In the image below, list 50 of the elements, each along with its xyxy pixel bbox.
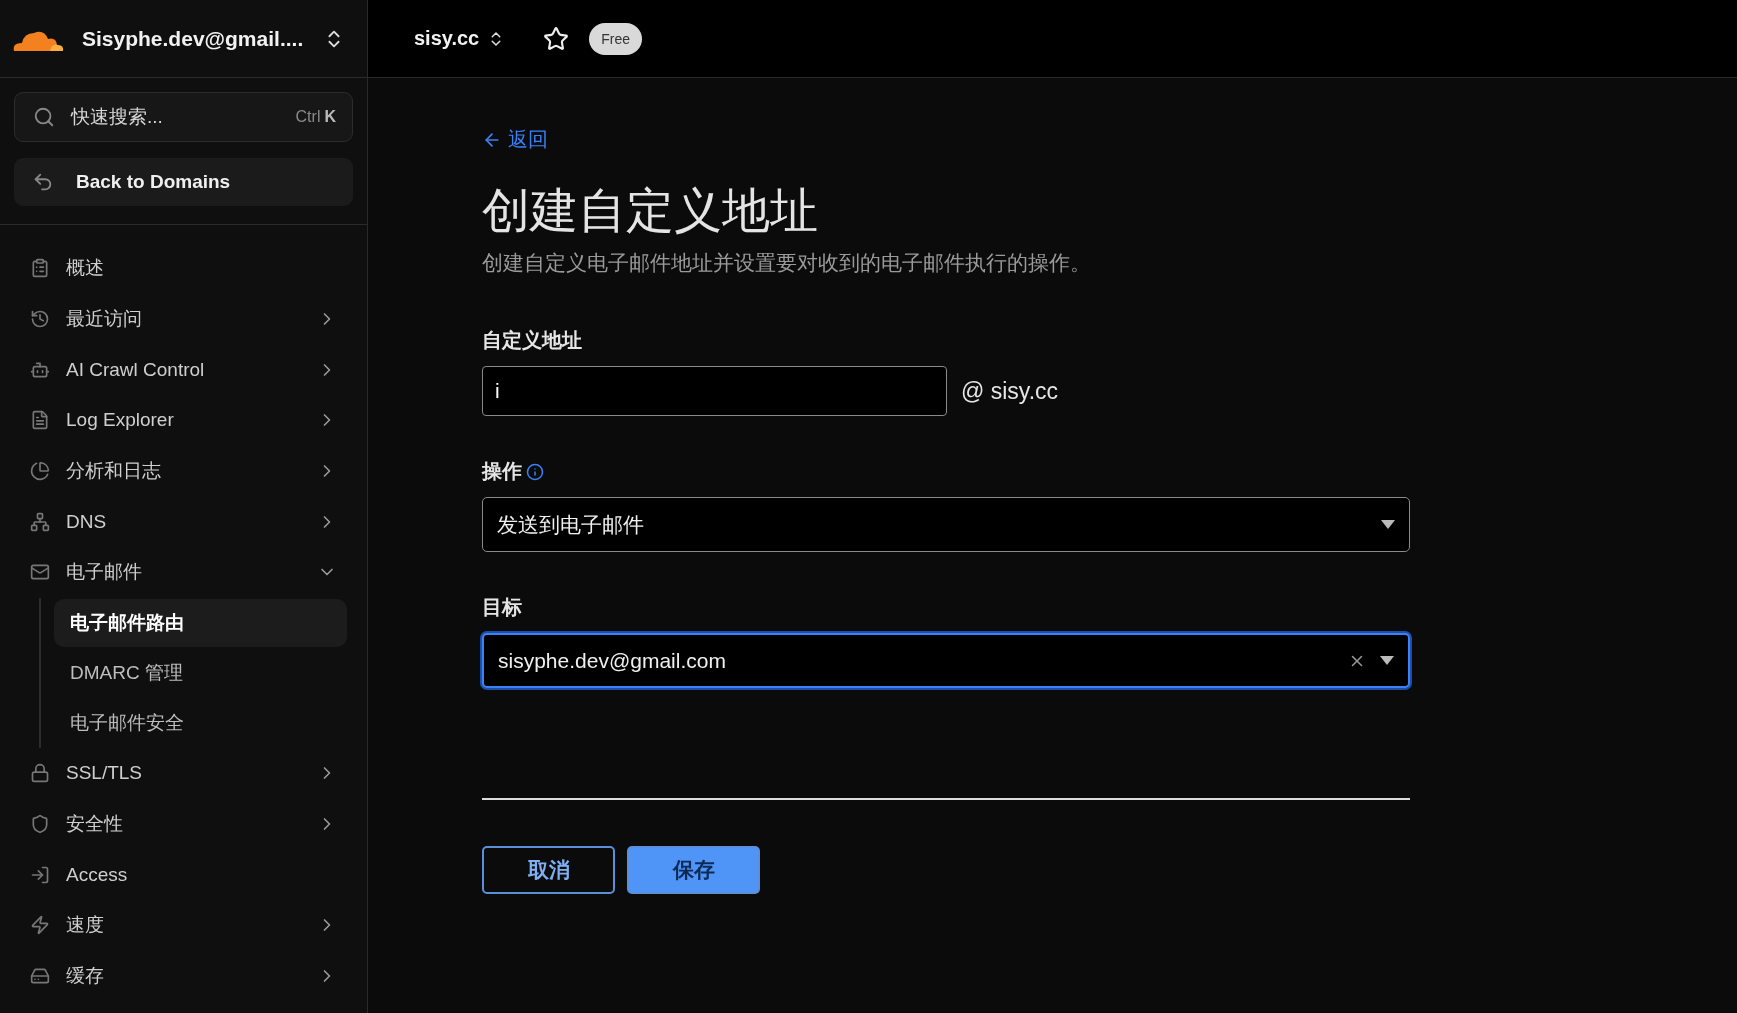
action-label: 操作 bbox=[482, 459, 522, 484]
sidebar-subitem[interactable]: 电子邮件路由 bbox=[54, 598, 347, 647]
quick-search-field[interactable]: 快速搜索... Ctrl K bbox=[14, 92, 353, 142]
nav-icon bbox=[30, 461, 50, 482]
nav-icon bbox=[30, 813, 50, 834]
sidebar-item[interactable]: 电子邮件 bbox=[20, 547, 347, 598]
sidebar-item[interactable]: 速度 bbox=[20, 899, 347, 951]
page-title: 创建自定义地址 bbox=[482, 183, 819, 239]
nav-icon bbox=[30, 562, 50, 583]
domain-name[interactable]: sisy.cc bbox=[414, 27, 480, 50]
info-icon[interactable] bbox=[526, 462, 544, 481]
dropdown-caret-icon[interactable] bbox=[1381, 520, 1395, 529]
account-name[interactable]: Sisyphe.dev@gmail.... bbox=[82, 26, 305, 51]
back-arrow-icon bbox=[32, 171, 54, 193]
search-icon bbox=[33, 106, 55, 128]
back-link[interactable]: 返回 bbox=[482, 126, 548, 153]
back-to-domains-button[interactable]: Back to Domains bbox=[14, 158, 353, 206]
custom-address-input[interactable]: i bbox=[482, 366, 947, 416]
star-icon[interactable] bbox=[543, 25, 570, 52]
nav-icon bbox=[30, 258, 50, 279]
sidebar-item[interactable]: AI Crawl Control bbox=[20, 344, 347, 396]
plan-badge: Free bbox=[589, 22, 643, 55]
field-label: 目标 bbox=[482, 595, 522, 620]
cancel-button[interactable]: 取消 bbox=[482, 846, 615, 894]
page-subtitle: 创建自定义电子邮件地址并设置要对收到的电子邮件执行的操作。 bbox=[482, 250, 1092, 276]
sidebar-subitem[interactable]: DMARC 管理 bbox=[54, 648, 347, 697]
action-select[interactable]: 发送到电子邮件 bbox=[482, 497, 1410, 552]
nav-icon bbox=[30, 915, 50, 936]
nav-icon bbox=[30, 309, 50, 330]
domain-suffix: @ sisy.cc bbox=[961, 377, 1059, 405]
save-button[interactable]: 保存 bbox=[627, 846, 760, 894]
sidebar-item[interactable]: 缓存 bbox=[20, 950, 347, 1002]
nav-icon bbox=[30, 410, 50, 431]
sidebar-subitem[interactable]: 电子邮件安全 bbox=[54, 698, 347, 747]
sidebar-item[interactable]: 分析和日志 bbox=[20, 445, 347, 497]
sidebar-item[interactable]: 安全性 bbox=[20, 798, 347, 850]
sidebar-item[interactable]: 概述 bbox=[20, 243, 347, 294]
sidebar-item[interactable]: Access bbox=[20, 849, 347, 900]
target-select[interactable]: sisyphe.dev@gmail.com bbox=[482, 633, 1410, 688]
sidebar-item[interactable]: 最近访问 bbox=[20, 293, 347, 345]
sidebar-item[interactable]: Log Explorer bbox=[20, 395, 347, 446]
nav-icon bbox=[30, 511, 50, 532]
field-label: 自定义地址 bbox=[482, 328, 582, 353]
sidebar-item[interactable]: SSL/TLS bbox=[20, 747, 347, 799]
sidebar-item[interactable]: DNS bbox=[20, 496, 347, 548]
dropdown-caret-icon[interactable] bbox=[1380, 656, 1394, 665]
nav-icon bbox=[30, 763, 50, 784]
nav-icon bbox=[30, 864, 50, 885]
search-placeholder: 快速搜索... bbox=[71, 105, 164, 129]
keyboard-shortcut: Ctrl K bbox=[295, 108, 336, 126]
